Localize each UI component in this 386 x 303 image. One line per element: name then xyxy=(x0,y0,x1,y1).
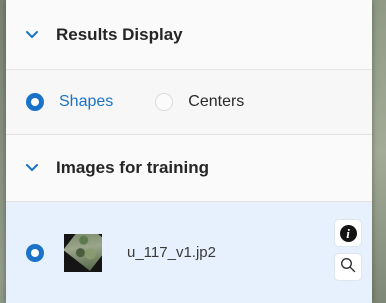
centers-radio[interactable] xyxy=(155,93,174,111)
search-icon xyxy=(340,257,356,278)
image-select-radio[interactable] xyxy=(26,243,44,262)
results-display-options: Shapes Centers xyxy=(6,70,372,134)
image-actions: i xyxy=(334,219,362,281)
centers-label[interactable]: Centers xyxy=(188,93,244,111)
side-panel: Results Display Shapes Centers Images fo… xyxy=(6,0,372,303)
chevron-down-icon[interactable] xyxy=(20,23,44,47)
image-thumbnail xyxy=(64,233,102,272)
results-display-header[interactable]: Results Display xyxy=(6,0,372,70)
images-for-training-header[interactable]: Images for training xyxy=(6,134,372,202)
info-icon: i xyxy=(339,224,357,242)
results-display-title: Results Display xyxy=(56,24,183,44)
info-button[interactable]: i xyxy=(334,219,362,247)
image-file-name: u_117_v1.jp2 xyxy=(127,244,216,261)
shapes-label[interactable]: Shapes xyxy=(59,93,113,111)
map-edge xyxy=(372,0,386,303)
shapes-radio[interactable] xyxy=(26,93,44,111)
list-item[interactable]: u_117_v1.jp2 i xyxy=(6,202,372,303)
chevron-down-icon[interactable] xyxy=(20,156,44,180)
zoom-button[interactable] xyxy=(334,253,362,281)
images-for-training-title: Images for training xyxy=(56,158,210,177)
